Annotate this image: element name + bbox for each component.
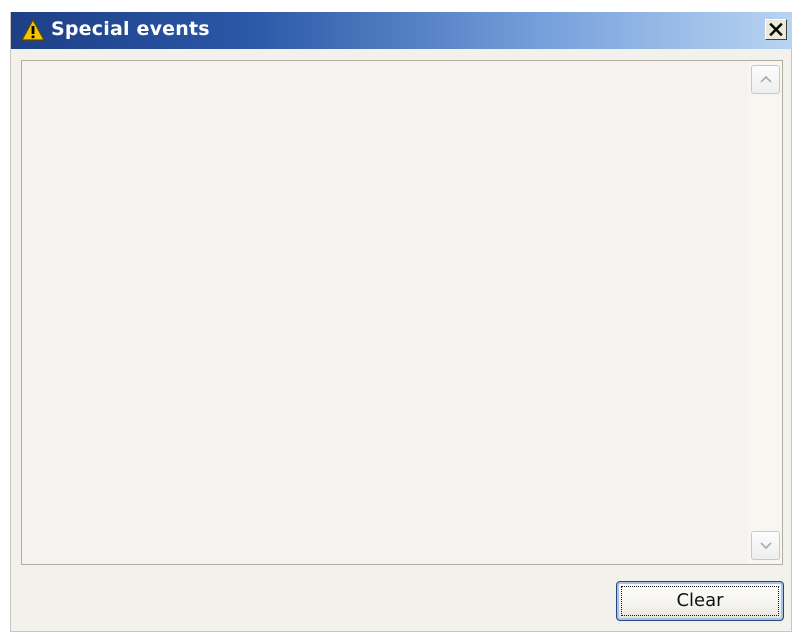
warning-icon bbox=[21, 19, 45, 41]
scroll-up-button[interactable] bbox=[751, 65, 780, 94]
events-log[interactable] bbox=[21, 60, 783, 565]
special-events-window: Special events Clear bbox=[10, 12, 792, 632]
close-button[interactable] bbox=[765, 19, 787, 40]
events-log-content bbox=[22, 61, 748, 564]
window-title: Special events bbox=[51, 18, 210, 40]
title-bar[interactable]: Special events bbox=[11, 12, 792, 49]
clear-button-label: Clear bbox=[676, 590, 724, 611]
vertical-scrollbar[interactable] bbox=[748, 61, 782, 564]
clear-button[interactable]: Clear bbox=[616, 581, 784, 621]
scroll-down-button[interactable] bbox=[751, 531, 780, 560]
